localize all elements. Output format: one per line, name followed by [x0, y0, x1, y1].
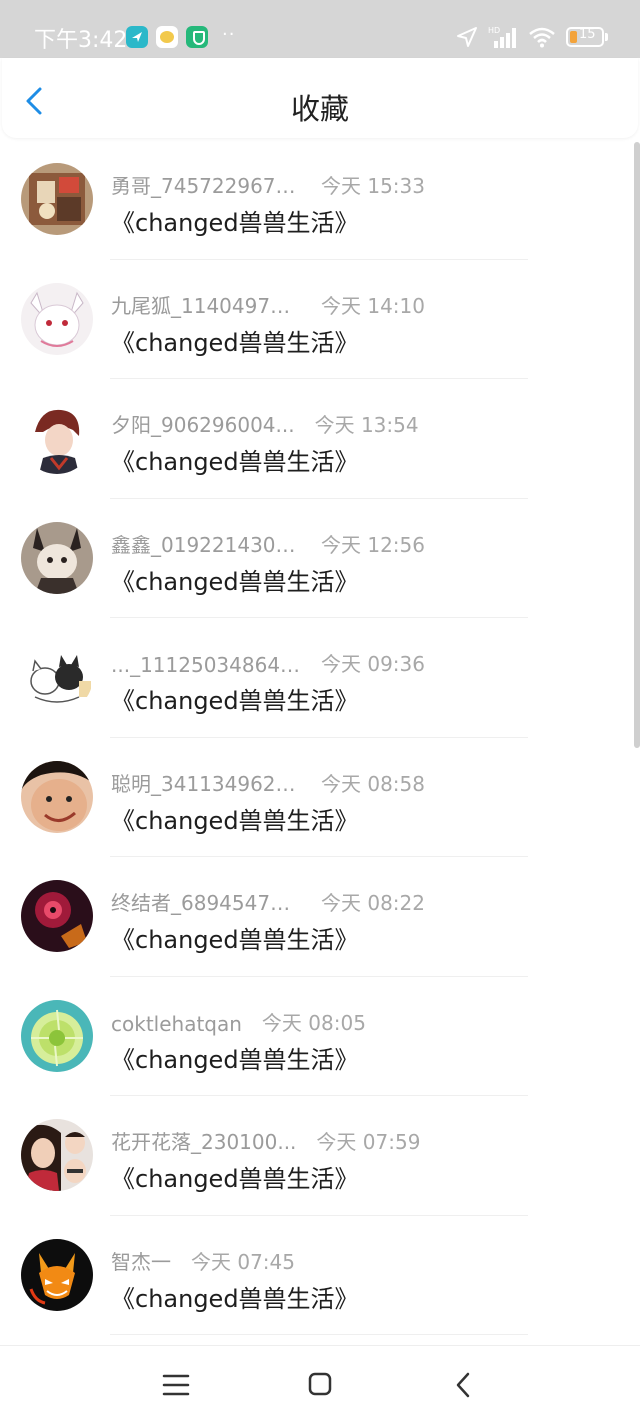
battery-icon: 15 — [566, 27, 608, 47]
timestamp: 今天 07:59 — [316, 1130, 421, 1154]
avatar[interactable] — [21, 282, 93, 355]
page-title: 收藏 — [290, 92, 349, 126]
system-nav-bar — [0, 1345, 640, 1423]
list-item[interactable]: 勇哥_7457229677... 今天 15:33 《changed兽兽生活》 — [0, 140, 632, 260]
username[interactable]: coktlehatqan — [111, 1012, 242, 1036]
avatar[interactable] — [21, 402, 93, 474]
item-content[interactable]: 《changed兽兽生活》 — [111, 801, 359, 836]
favorites-list: 勇哥_7457229677... 今天 15:33 《changed兽兽生活》 九… — [0, 140, 632, 1335]
timestamp: 今天 07:45 — [191, 1249, 295, 1274]
timestamp: 今天 13:54 — [314, 413, 419, 437]
timestamp: 今天 14:10 — [321, 293, 425, 318]
item-content[interactable]: 《changed兽兽生活》 — [111, 442, 359, 477]
home-button[interactable] — [300, 1368, 340, 1402]
scrollbar[interactable] — [634, 142, 640, 748]
system-back-button[interactable] — [444, 1368, 484, 1402]
status-bar: 下午3:42 ·· HD 15 — [0, 0, 640, 58]
top-bar: 收藏 — [2, 58, 638, 138]
username[interactable]: 聪明_3411349622... — [111, 768, 301, 797]
timestamp: 今天 15:33 — [321, 174, 425, 198]
wifi-icon — [529, 27, 555, 48]
username[interactable]: 九尾狐_114049771... — [111, 290, 301, 319]
status-time: 下午3:42 — [34, 28, 128, 53]
location-icon — [457, 27, 477, 47]
list-item[interactable]: 鑫鑫_0192214304... 今天 12:56 《changed兽兽生活》 — [0, 499, 632, 618]
username[interactable]: 终结者_68945474... — [111, 887, 301, 916]
item-content[interactable]: 《changed兽兽生活》 — [111, 920, 359, 955]
username[interactable]: ..._111250348642... — [111, 653, 301, 677]
square-home-icon — [308, 1372, 332, 1396]
username[interactable]: 勇哥_7457229677... — [111, 170, 301, 199]
avatar[interactable] — [21, 521, 93, 594]
avatar[interactable] — [21, 760, 93, 833]
avatar[interactable] — [21, 1119, 93, 1191]
avatar[interactable] — [21, 163, 93, 235]
shield-app-icon — [186, 26, 208, 48]
username[interactable]: 智杰一 — [111, 1246, 171, 1275]
username[interactable]: 花开花落_230100... — [111, 1126, 296, 1155]
list-item[interactable]: 九尾狐_114049771... 今天 14:10 《changed兽兽生活》 — [0, 260, 632, 379]
timestamp: 今天 08:58 — [321, 771, 425, 796]
svg-text:HD: HD — [488, 26, 500, 35]
signal-icon: HD — [488, 26, 516, 48]
divider — [110, 1334, 528, 1335]
menu-icon — [162, 1374, 190, 1396]
smile-app-icon — [156, 26, 178, 48]
back-arrow-icon — [456, 1372, 470, 1398]
item-content[interactable]: 《changed兽兽生活》 — [111, 562, 359, 597]
item-content[interactable]: 《changed兽兽生活》 — [111, 203, 359, 238]
avatar[interactable] — [21, 880, 93, 952]
timestamp: 今天 09:36 — [321, 652, 425, 676]
item-content[interactable]: 《changed兽兽生活》 — [111, 681, 359, 716]
list-item[interactable]: 聪明_3411349622... 今天 08:58 《changed兽兽生活》 — [0, 738, 632, 857]
item-content[interactable]: 《changed兽兽生活》 — [111, 1279, 359, 1314]
battery-level: 15 — [579, 27, 596, 42]
username[interactable]: 鑫鑫_0192214304... — [111, 529, 301, 558]
timestamp: 今天 08:05 — [261, 1010, 366, 1035]
username[interactable]: 夕阳_906296004... — [111, 409, 295, 438]
avatar[interactable] — [21, 999, 93, 1072]
item-content[interactable]: 《changed兽兽生活》 — [111, 323, 359, 358]
avatar[interactable] — [21, 641, 93, 713]
list-item[interactable]: coktlehatqan 今天 08:05 《changed兽兽生活》 — [0, 977, 632, 1096]
list-item[interactable]: 花开花落_230100... 今天 07:59 《changed兽兽生活》 — [0, 1096, 632, 1216]
timestamp: 今天 08:22 — [321, 891, 425, 915]
item-content[interactable]: 《changed兽兽生活》 — [111, 1159, 359, 1194]
timestamp: 今天 12:56 — [321, 532, 425, 557]
navigation-app-icon — [126, 26, 148, 48]
more-notifications-icon: ·· — [222, 24, 236, 45]
list-item[interactable]: 智杰一 今天 07:45 《changed兽兽生活》 — [0, 1216, 632, 1335]
item-content[interactable]: 《changed兽兽生活》 — [111, 1040, 359, 1075]
list-item[interactable]: 夕阳_906296004... 今天 13:54 《changed兽兽生活》 — [0, 379, 632, 499]
menu-button[interactable] — [156, 1368, 196, 1402]
list-item[interactable]: ..._111250348642... 今天 09:36 《changed兽兽生活… — [0, 618, 632, 738]
avatar[interactable] — [21, 1238, 93, 1311]
list-item[interactable]: 终结者_68945474... 今天 08:22 《changed兽兽生活》 — [0, 857, 632, 977]
